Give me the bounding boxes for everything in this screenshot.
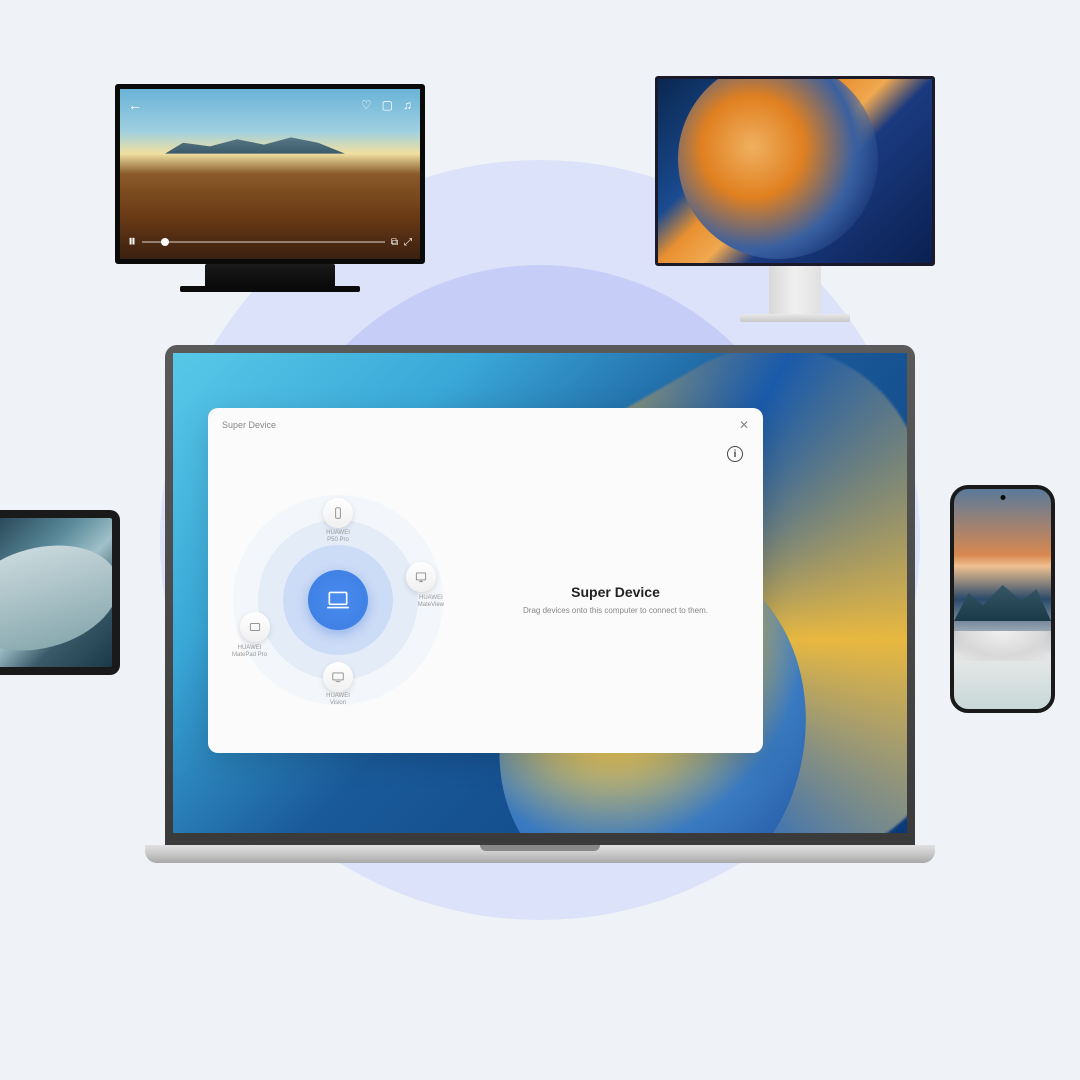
tv-topbar: ← ♡ ▢ ♫ bbox=[128, 97, 412, 113]
device-monitor-label: HUAWEIMateView bbox=[418, 595, 444, 609]
phone-camera bbox=[1000, 495, 1005, 500]
tv-player-controls: ⏸ ⧉ ⤢ bbox=[128, 233, 412, 251]
pause-icon[interactable]: ⏸ bbox=[128, 233, 136, 251]
laptop-notch bbox=[480, 845, 600, 851]
dialog-window-title: Super Device bbox=[222, 420, 276, 430]
dialog-header: Super Device ✕ bbox=[208, 408, 763, 442]
device-tablet-label: HUAWEIMatePad Pro bbox=[232, 645, 267, 659]
laptop-base bbox=[145, 845, 935, 863]
progress-bar[interactable] bbox=[142, 241, 385, 243]
device-phone-icon[interactable] bbox=[323, 498, 353, 528]
device-radar: HUAWEIP50 Pro HUAWEIMateView HUAWEIVisio… bbox=[208, 442, 468, 757]
info-icon[interactable]: i bbox=[727, 446, 743, 462]
monitor-device bbox=[655, 76, 935, 322]
super-device-dialog: Super Device ✕ i bbox=[208, 408, 763, 753]
device-monitor-icon[interactable] bbox=[406, 562, 436, 592]
laptop-device: Super Device ✕ i bbox=[165, 345, 915, 863]
phone-wallpaper-clouds bbox=[954, 631, 1051, 661]
cast-icon[interactable]: ▢ bbox=[382, 98, 393, 112]
tv-screen: ← ♡ ▢ ♫ ⏸ ⧉ ⤢ bbox=[115, 84, 425, 264]
tv-base bbox=[180, 286, 360, 292]
phone-device bbox=[950, 485, 1055, 713]
device-tv-icon[interactable] bbox=[323, 662, 353, 692]
monitor-foot bbox=[740, 314, 850, 322]
dialog-text-panel: Super Device Drag devices onto this comp… bbox=[468, 442, 763, 757]
tv-stand bbox=[205, 264, 335, 286]
monitor-arm bbox=[769, 266, 821, 314]
phone-wallpaper-mountains bbox=[954, 581, 1051, 621]
device-phone-label: HUAWEIP50 Pro bbox=[326, 530, 350, 544]
tv-device: ← ♡ ▢ ♫ ⏸ ⧉ ⤢ bbox=[115, 84, 425, 292]
tablet-device bbox=[0, 510, 120, 675]
monitor-wallpaper bbox=[655, 76, 906, 266]
dialog-body: HUAWEIP50 Pro HUAWEIMateView HUAWEIVisio… bbox=[208, 442, 763, 757]
progress-thumb[interactable] bbox=[161, 238, 169, 246]
super-device-description: Drag devices onto this computer to conne… bbox=[523, 606, 708, 615]
fullscreen-icon[interactable]: ⤢ bbox=[404, 237, 412, 248]
headphones-icon[interactable]: ♫ bbox=[403, 98, 412, 112]
pip-icon[interactable]: ⧉ bbox=[391, 237, 398, 248]
center-laptop-icon[interactable] bbox=[308, 570, 368, 630]
monitor-screen bbox=[655, 76, 935, 266]
super-device-title: Super Device bbox=[571, 584, 660, 600]
heart-icon[interactable]: ♡ bbox=[361, 98, 372, 112]
close-icon[interactable]: ✕ bbox=[739, 418, 749, 432]
tv-landscape bbox=[165, 136, 345, 154]
device-tv-label: HUAWEIVision bbox=[326, 693, 350, 707]
device-tablet-icon[interactable] bbox=[240, 612, 270, 642]
laptop-screen: Super Device ✕ i bbox=[173, 353, 907, 833]
back-icon[interactable]: ← bbox=[128, 97, 142, 113]
tablet-wallpaper bbox=[0, 529, 120, 667]
laptop-bezel: Super Device ✕ i bbox=[165, 345, 915, 845]
